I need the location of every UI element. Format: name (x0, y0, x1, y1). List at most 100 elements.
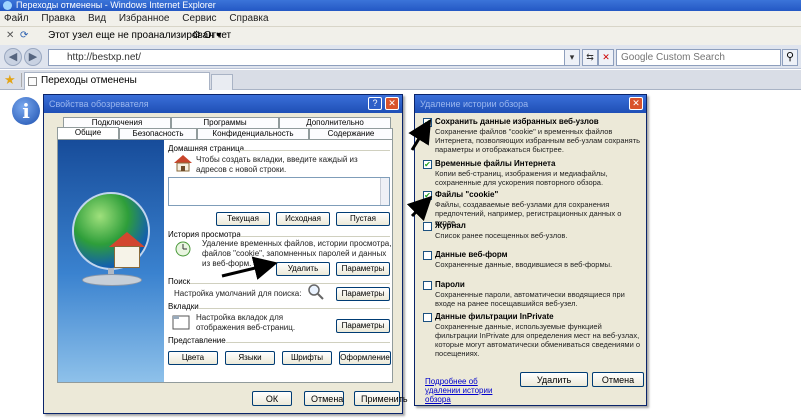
ok-button[interactable]: ОК (252, 391, 292, 406)
tabs-section-label: Вкладки (168, 302, 199, 311)
checkbox[interactable]: ✔ (423, 191, 432, 200)
site-status-label: Этот узел еще не проанализирован (48, 30, 214, 41)
option-description: Список ранее посещенных веб-узлов. (435, 231, 568, 240)
delete-button[interactable]: Удалить (520, 372, 588, 387)
use-default-button[interactable]: Исходная (276, 212, 330, 226)
more-info-link[interactable]: Подробнее об удалении истории обзора (425, 377, 505, 404)
delete-history-dialog: Удаление истории обзора ✕ ✔ Сохранить да… (414, 94, 647, 406)
divider (190, 283, 390, 284)
tab-content[interactable]: Содержание (309, 128, 393, 139)
tabs-description: Настройка вкладок для отображения веб-ст… (196, 313, 296, 332)
command-bar: ✕ ⟳ Этот узел еще не проанализирован ▾ ⚙… (0, 27, 801, 45)
divider (240, 150, 390, 151)
back-icon[interactable]: ◀ (4, 48, 22, 66)
colors-button[interactable]: Цвета (168, 351, 218, 365)
menu-favorites[interactable]: Избранное (119, 13, 170, 24)
search-description: Настройка умолчаний для поиска: (174, 289, 302, 298)
favorites-star-icon[interactable]: ★ (4, 72, 16, 88)
languages-button[interactable]: Языки (225, 351, 275, 365)
address-input[interactable] (48, 49, 576, 66)
close-icon[interactable]: ✕ (629, 97, 643, 110)
magnifier-icon (306, 283, 326, 301)
tab-security[interactable]: Безопасность (119, 128, 197, 139)
delete-dialog-title: Удаление истории обзора (420, 99, 529, 109)
address-bar: ◀ ▶ ▾ ⇆ ✕ ⚲ (0, 45, 801, 69)
delete-dialog-titlebar: Удаление истории обзора ✕ (415, 95, 646, 113)
side-illustration (58, 140, 164, 382)
info-icon: i (12, 97, 40, 125)
menu-help[interactable]: Справка (229, 13, 268, 24)
ie-logo-icon (3, 1, 12, 10)
history-clock-icon (173, 240, 193, 258)
internet-options-dialog: Свойства обозревателя ? ✕ Подключения Пр… (43, 94, 408, 414)
close-x-icon[interactable]: ✕ (6, 27, 14, 45)
checkbox[interactable] (423, 222, 432, 231)
history-section-label: История просмотра (168, 230, 241, 239)
home-icon (173, 154, 193, 172)
cancel-button[interactable]: Отмена (304, 391, 344, 406)
option-description: Сохраненные данные, вводившиеся в веб-фо… (435, 260, 613, 269)
checkbox[interactable] (423, 281, 432, 290)
cancel-button[interactable]: Отмена (592, 372, 644, 387)
page-content: i Свойства обозревателя ? ✕ Подключения … (0, 91, 801, 418)
forward-icon[interactable]: ▶ (24, 48, 42, 66)
option-title: Сохранить данные избранных веб-узлов (435, 117, 599, 126)
tab-bar: ★ Переходы отменены (0, 70, 801, 90)
divider (226, 342, 390, 343)
apply-button[interactable]: Применить (354, 391, 408, 406)
menu-view[interactable]: Вид (88, 13, 106, 24)
home-description: Чтобы создать вкладки, введите каждый из… (196, 155, 358, 174)
option-description: Сохранение файлов "cookie" и временных ф… (435, 127, 641, 154)
use-blank-button[interactable]: Пустая (336, 212, 390, 226)
history-delete-button[interactable]: Удалить (276, 262, 330, 276)
use-current-button[interactable]: Текущая (216, 212, 270, 226)
option-title: Журнал (435, 221, 466, 230)
menu-edit[interactable]: Правка (41, 13, 75, 24)
checkbox[interactable] (423, 313, 432, 322)
fonts-button[interactable]: Шрифты (282, 351, 332, 365)
search-settings-button[interactable]: Параметры (336, 287, 390, 301)
house-roof-icon (109, 232, 145, 247)
checkbox[interactable]: ✔ (423, 118, 432, 127)
option-description: Сохраненные пароли, автоматически вводящ… (435, 290, 625, 308)
tabs-icon (172, 313, 192, 331)
browser-tab-active[interactable]: Переходы отменены (24, 72, 210, 90)
option-description: Файлы, создаваемые веб-узлами для сохран… (435, 200, 622, 227)
tab-divider (21, 73, 22, 87)
history-settings-button[interactable]: Параметры (336, 262, 390, 276)
window-titlebar: Переходы отменены - Windows Internet Exp… (0, 0, 801, 11)
options-dialog-title: Свойства обозревателя (49, 99, 149, 109)
refresh-icon[interactable]: ⟳ (20, 27, 28, 45)
browser-tab-title: Переходы отменены (41, 75, 137, 86)
appearance-section-label: Представление (168, 336, 226, 345)
report-icon: ⚙ (192, 30, 201, 41)
stop-icon[interactable]: ✕ (598, 49, 614, 66)
divider (240, 236, 390, 237)
checkbox[interactable] (423, 251, 432, 260)
home-scrollbar[interactable] (380, 178, 389, 205)
divider (198, 308, 390, 309)
report-button[interactable]: ⚙ Отчет (192, 27, 231, 45)
tab-page-icon (28, 77, 37, 86)
globe-stand-icon (82, 274, 142, 286)
tab-programs[interactable]: Программы (171, 117, 279, 128)
help-icon[interactable]: ? (368, 97, 382, 110)
address-dropdown-icon[interactable]: ▾ (564, 49, 580, 66)
close-icon[interactable]: ✕ (385, 97, 399, 110)
menu-bar: Файл Правка Вид Избранное Сервис Справка (0, 11, 801, 27)
tabs-settings-button[interactable]: Параметры (336, 319, 390, 333)
checkbox[interactable]: ✔ (423, 160, 432, 169)
tab-privacy[interactable]: Конфиденциальность (197, 128, 309, 139)
go-refresh-icon[interactable]: ⇆ (582, 49, 598, 66)
search-icon[interactable]: ⚲ (782, 49, 798, 66)
tab-advanced[interactable]: Дополнительно (279, 117, 391, 128)
new-tab-button[interactable] (211, 74, 233, 90)
menu-file[interactable]: Файл (4, 13, 29, 24)
option-title: Временные файлы Интернета (435, 159, 556, 168)
option-title: Пароли (435, 280, 465, 289)
accessibility-button[interactable]: Оформление (339, 351, 391, 365)
option-description: Копии веб-страниц, изображения и медиафа… (435, 169, 608, 187)
home-page-textarea[interactable] (168, 177, 390, 206)
menu-tools[interactable]: Сервис (182, 13, 216, 24)
search-input[interactable] (616, 49, 781, 66)
